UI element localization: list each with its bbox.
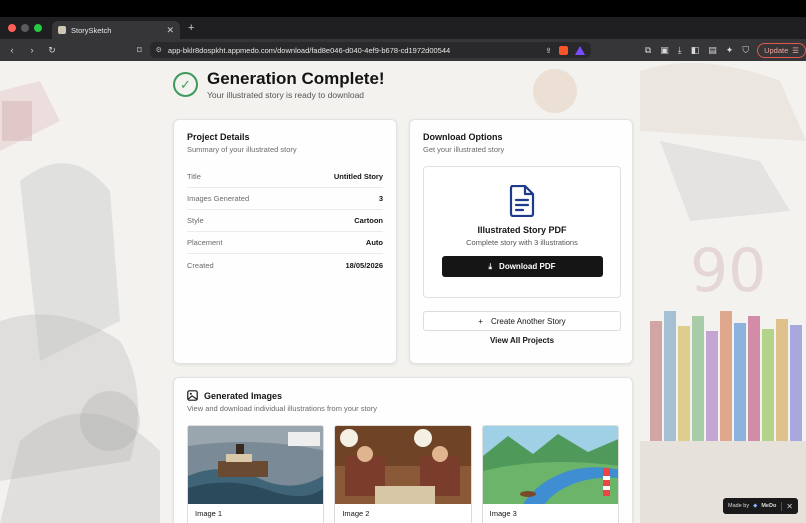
project-details-subtitle: Summary of your illustrated story <box>187 145 297 154</box>
bookmark-icon[interactable]: ⌑ <box>137 45 142 56</box>
download-options-subtitle: Get your illustrated story <box>423 145 505 154</box>
brand-name: MeDo <box>761 503 777 509</box>
update-button[interactable]: Update ☰ <box>757 42 806 58</box>
image-1-preview <box>188 426 324 504</box>
check-circle-icon: ✓ <box>173 72 198 97</box>
update-label: Update <box>764 45 789 55</box>
view-all-projects-link[interactable]: View All Projects <box>423 336 621 345</box>
image-icon <box>187 390 198 401</box>
tab-title: StorySketch <box>71 25 112 35</box>
favicon-icon <box>58 26 66 34</box>
detail-row-images: Images Generated 3 <box>187 188 383 210</box>
detail-value: 3 <box>378 194 383 203</box>
image-label: Image 2 <box>342 509 370 518</box>
minimize-window-button[interactable] <box>21 24 29 32</box>
new-tab-icon[interactable]: + <box>188 22 194 34</box>
detail-value: 18/05/2026 <box>345 260 383 270</box>
detail-value: Cartoon <box>354 216 383 225</box>
download-options-card: Download Options Get your illustrated st… <box>409 119 633 364</box>
image-card[interactable]: Image 1 <box>187 425 325 523</box>
create-another-story-button[interactable]: + Create Another Story <box>423 311 621 331</box>
forward-icon[interactable]: › <box>27 45 37 56</box>
generated-images-card: Generated Images View and download indiv… <box>173 377 633 523</box>
browser-tab[interactable]: StorySketch ✕ <box>52 21 180 39</box>
detail-label: Created <box>187 260 214 270</box>
brave-rewards-icon[interactable] <box>574 45 585 55</box>
detail-label: Style <box>187 216 204 225</box>
menu-icon: ☰ <box>792 45 799 55</box>
maximize-window-button[interactable] <box>34 24 42 32</box>
screenshot-icon[interactable]: ▣ <box>660 45 669 56</box>
badge-close-icon[interactable]: ✕ <box>786 502 793 511</box>
detail-value: Auto <box>365 238 383 247</box>
image-label: Image 3 <box>489 509 517 518</box>
page-content: 90 ✓ Generation Complete! Your illustrat… <box>0 61 806 523</box>
generated-images-title: Generated Images <box>204 390 283 401</box>
generated-images-subtitle: View and download individual illustratio… <box>187 404 377 413</box>
download-icon: ⤓ <box>488 261 493 271</box>
vpn-icon[interactable]: ⛉ <box>742 45 749 56</box>
page-subtitle: Your illustrated story is ready to downl… <box>207 90 365 100</box>
tab-close-icon[interactable]: ✕ <box>166 25 174 36</box>
window-controls <box>8 24 42 32</box>
plus-icon: + <box>478 316 483 326</box>
image-3-preview <box>482 426 618 504</box>
download-pdf-label: Download PDF <box>499 262 556 271</box>
address-bar[interactable]: ⚙ app-bklr8dospkht.appmedo.com/download/… <box>149 42 591 58</box>
project-details-title: Project Details <box>187 132 250 142</box>
medo-logo-icon: ◆ <box>753 503 758 509</box>
completion-header: ✓ Generation Complete! Your illustrated … <box>173 69 385 100</box>
pdf-subtitle: Complete story with 3 illustrations <box>466 238 578 247</box>
back-icon[interactable]: ‹ <box>7 45 17 56</box>
site-settings-icon[interactable]: ⚙ <box>156 46 162 54</box>
detail-label: Images Generated <box>187 194 250 203</box>
share-icon[interactable]: ⇪ <box>546 46 552 55</box>
svg-text:90: 90 <box>690 236 766 306</box>
download-pdf-button[interactable]: ⤓ Download PDF <box>441 256 603 277</box>
create-another-label: Create Another Story <box>490 316 566 326</box>
image-2-preview <box>335 426 471 504</box>
detail-value: Untitled Story <box>333 172 383 181</box>
document-icon <box>509 185 535 217</box>
downloads-icon[interactable]: ⤓ <box>678 45 682 56</box>
image-card[interactable]: Image 2 <box>334 425 472 523</box>
pdf-panel: Illustrated Story PDF Complete story wit… <box>423 166 621 298</box>
leo-ai-icon[interactable]: ✦ <box>726 45 734 56</box>
extensions-icon[interactable]: ⧉ <box>645 45 651 56</box>
detail-row-placement: Placement Auto <box>187 232 383 254</box>
url-text: app-bklr8dospkht.appmedo.com/download/fa… <box>167 45 451 55</box>
image-label: Image 1 <box>195 509 223 518</box>
browser-toolbar: ‹ › ↻ ⌑ ⚙ app-bklr8dospkht.appmedo.com/d… <box>0 39 806 61</box>
image-card[interactable]: Image 3 <box>481 425 619 523</box>
brave-shields-icon[interactable] <box>558 45 568 55</box>
made-by-badge[interactable]: Made by ◆ MeDo ✕ <box>723 498 798 514</box>
detail-row-title: Title Untitled Story <box>187 166 383 188</box>
made-by-text: Made by <box>728 503 750 509</box>
badge-divider <box>781 501 783 511</box>
detail-label: Placement <box>187 238 223 247</box>
detail-row-style: Style Cartoon <box>187 210 383 232</box>
detail-label: Title <box>187 172 201 181</box>
project-details-card: Project Details Summary of your illustra… <box>173 119 397 364</box>
tab-strip: StorySketch ✕ + <box>0 17 806 39</box>
reload-icon[interactable]: ↻ <box>47 45 57 56</box>
detail-row-created: Created 18/05/2026 <box>187 254 383 276</box>
close-window-button[interactable] <box>8 24 16 32</box>
page-title: Generation Complete! <box>207 69 385 88</box>
pdf-title: Illustrated Story PDF <box>477 225 567 235</box>
sidebar-icon[interactable]: ◧ <box>691 45 700 56</box>
wallet-icon[interactable]: ▤ <box>708 45 717 56</box>
os-menu-bar <box>0 0 806 17</box>
download-options-title: Download Options <box>423 132 503 142</box>
